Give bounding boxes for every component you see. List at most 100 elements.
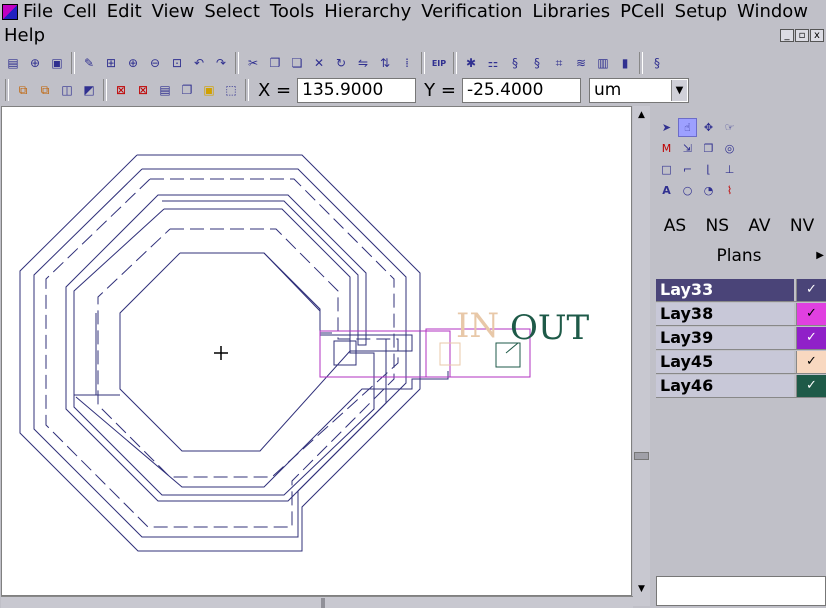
stretch-tool-icon[interactable]: ⇲ [678, 139, 697, 158]
plans-tab-ns[interactable]: NS [705, 216, 729, 236]
restore-button[interactable]: ▫ [795, 29, 809, 42]
pencil-icon[interactable]: ✎ [79, 53, 99, 73]
connect-icon[interactable]: ⌗ [549, 53, 569, 73]
layer-row[interactable]: Lay38 ✓ [656, 302, 826, 326]
plans-tab-as[interactable]: AS [664, 216, 686, 236]
grid-icon[interactable]: ⁞ [397, 53, 417, 73]
x-coordinate-field[interactable]: 135.9000 [297, 77, 417, 103]
layer-row[interactable]: Lay33 ✓ [656, 278, 826, 302]
instance-tool-icon[interactable]: ⊥ [720, 160, 739, 179]
measure-tool-icon[interactable]: M [657, 139, 676, 158]
layer-visibility-checkbox[interactable]: ✓ [796, 302, 826, 325]
dotted-box-icon[interactable]: ⬚ [221, 80, 241, 100]
layer-filter-input[interactable] [656, 576, 826, 606]
ruler-tool-icon[interactable]: ⌇ [720, 181, 739, 200]
y-coordinate-field[interactable]: -25.4000 [461, 77, 581, 103]
close-button[interactable]: x [810, 29, 824, 42]
bulb-icon[interactable]: ✱ [461, 53, 481, 73]
polygon-tool-icon[interactable]: ⌊ [699, 160, 718, 179]
layer-visibility-checkbox[interactable]: ✓ [796, 326, 826, 349]
hscroll-thumb[interactable] [321, 598, 325, 608]
delete-icon[interactable]: ✕ [309, 53, 329, 73]
minimize-button[interactable]: _ [780, 29, 794, 42]
rotate-icon[interactable]: ↻ [331, 53, 351, 73]
layer-row[interactable]: Lay46 ✓ [656, 374, 826, 398]
menu-libraries[interactable]: Libraries [527, 1, 615, 23]
route2-icon[interactable]: § [527, 53, 547, 73]
toolbar-separator [639, 52, 643, 74]
cross-section-icon[interactable]: ▮ [615, 53, 635, 73]
pan-tool-icon[interactable]: ☞ [720, 118, 739, 137]
unit-select[interactable]: um ▼ [588, 77, 689, 103]
open-icon[interactable]: ⊕ [25, 53, 45, 73]
route3-icon[interactable]: § [647, 53, 667, 73]
text-tool-icon[interactable]: A [657, 181, 676, 200]
menu-hierarchy[interactable]: Hierarchy [319, 1, 416, 23]
vertical-scrollbar[interactable]: ▲ ▼ [633, 106, 650, 606]
layer-name: Lay33 [656, 278, 794, 301]
layer-visibility-checkbox[interactable]: ✓ [796, 350, 826, 373]
menu-cell[interactable]: Cell [58, 1, 102, 23]
layer-outline-icon[interactable]: ◫ [57, 80, 77, 100]
hand-tool-icon[interactable]: ☝ [678, 118, 697, 137]
scroll-up-icon[interactable]: ▲ [633, 108, 650, 122]
flip-icon[interactable]: ⇅ [375, 53, 395, 73]
fit-icon[interactable]: ⊞ [101, 53, 121, 73]
target-tool-icon[interactable]: ◎ [720, 139, 739, 158]
x-select-icon[interactable]: ⊠ [111, 80, 131, 100]
pointer-tool-icon[interactable]: ➤ [657, 118, 676, 137]
x-clear-icon[interactable]: ⊠ [133, 80, 153, 100]
layer-visibility-checkbox[interactable]: ✓ [796, 374, 826, 397]
app-icon[interactable] [2, 4, 18, 20]
menu-pcell[interactable]: PCell [615, 1, 670, 23]
view3d-icon[interactable]: ▥ [593, 53, 613, 73]
menu-setup[interactable]: Setup [670, 1, 732, 23]
doc-icon[interactable]: ▤ [155, 80, 175, 100]
plans-tab-av[interactable]: AV [748, 216, 770, 236]
layout-canvas[interactable]: IN OUT [1, 106, 632, 596]
menu-edit[interactable]: Edit [102, 1, 147, 23]
menu-view[interactable]: View [147, 1, 200, 23]
yellow-box-icon[interactable]: ▣ [199, 80, 219, 100]
menu-tools[interactable]: Tools [265, 1, 319, 23]
drc-icon[interactable]: ≋ [571, 53, 591, 73]
scroll-down-icon[interactable]: ▼ [633, 582, 650, 596]
copy-icon[interactable]: ❐ [265, 53, 285, 73]
eip-icon[interactable]: EIP [429, 53, 449, 73]
zoom-in-icon[interactable]: ⊕ [123, 53, 143, 73]
save-icon[interactable]: ▣ [47, 53, 67, 73]
chevron-down-icon[interactable]: ▼ [670, 79, 687, 101]
paste-icon[interactable]: ❏ [287, 53, 307, 73]
route-icon[interactable]: § [505, 53, 525, 73]
redo-icon[interactable]: ↷ [211, 53, 231, 73]
horizontal-scrollbar[interactable] [1, 596, 633, 608]
layer-fill-icon[interactable]: ◩ [79, 80, 99, 100]
zoom-out-icon[interactable]: ⊖ [145, 53, 165, 73]
menu-help[interactable]: Help [0, 25, 50, 47]
menu-select[interactable]: Select [199, 1, 265, 23]
new-icon[interactable]: ▤ [3, 53, 23, 73]
layer-select-icon[interactable]: ⧉ [13, 80, 33, 100]
layer-visibility-checkbox[interactable]: ✓ [796, 278, 826, 301]
undo-icon[interactable]: ↶ [189, 53, 209, 73]
zoom-box-icon[interactable]: ⊡ [167, 53, 187, 73]
plans-tab-nv[interactable]: NV [790, 216, 814, 236]
arc-tool-icon[interactable]: ◔ [699, 181, 718, 200]
menu-file[interactable]: File [18, 1, 58, 23]
menu-window[interactable]: Window [732, 1, 813, 23]
mirror-icon[interactable]: ⇋ [353, 53, 373, 73]
scroll-thumb[interactable] [634, 452, 649, 460]
cut-icon[interactable]: ✂ [243, 53, 263, 73]
menu-verification[interactable]: Verification [416, 1, 527, 23]
path-tool-icon[interactable]: ⌐ [678, 160, 697, 179]
circle-tool-icon[interactable]: ○ [678, 181, 697, 200]
layer-copy-icon[interactable]: ⧉ [35, 80, 55, 100]
select-all-icon[interactable]: ⚏ [483, 53, 503, 73]
plans-arrow-icon[interactable]: ▶ [816, 250, 824, 261]
zoom-tool-icon[interactable]: ✥ [699, 118, 718, 137]
stack-icon[interactable]: ❐ [177, 80, 197, 100]
layer-row[interactable]: Lay45 ✓ [656, 350, 826, 374]
rect-tool-icon[interactable]: □ [657, 160, 676, 179]
copy-tool-icon[interactable]: ❐ [699, 139, 718, 158]
layer-row[interactable]: Lay39 ✓ [656, 326, 826, 350]
